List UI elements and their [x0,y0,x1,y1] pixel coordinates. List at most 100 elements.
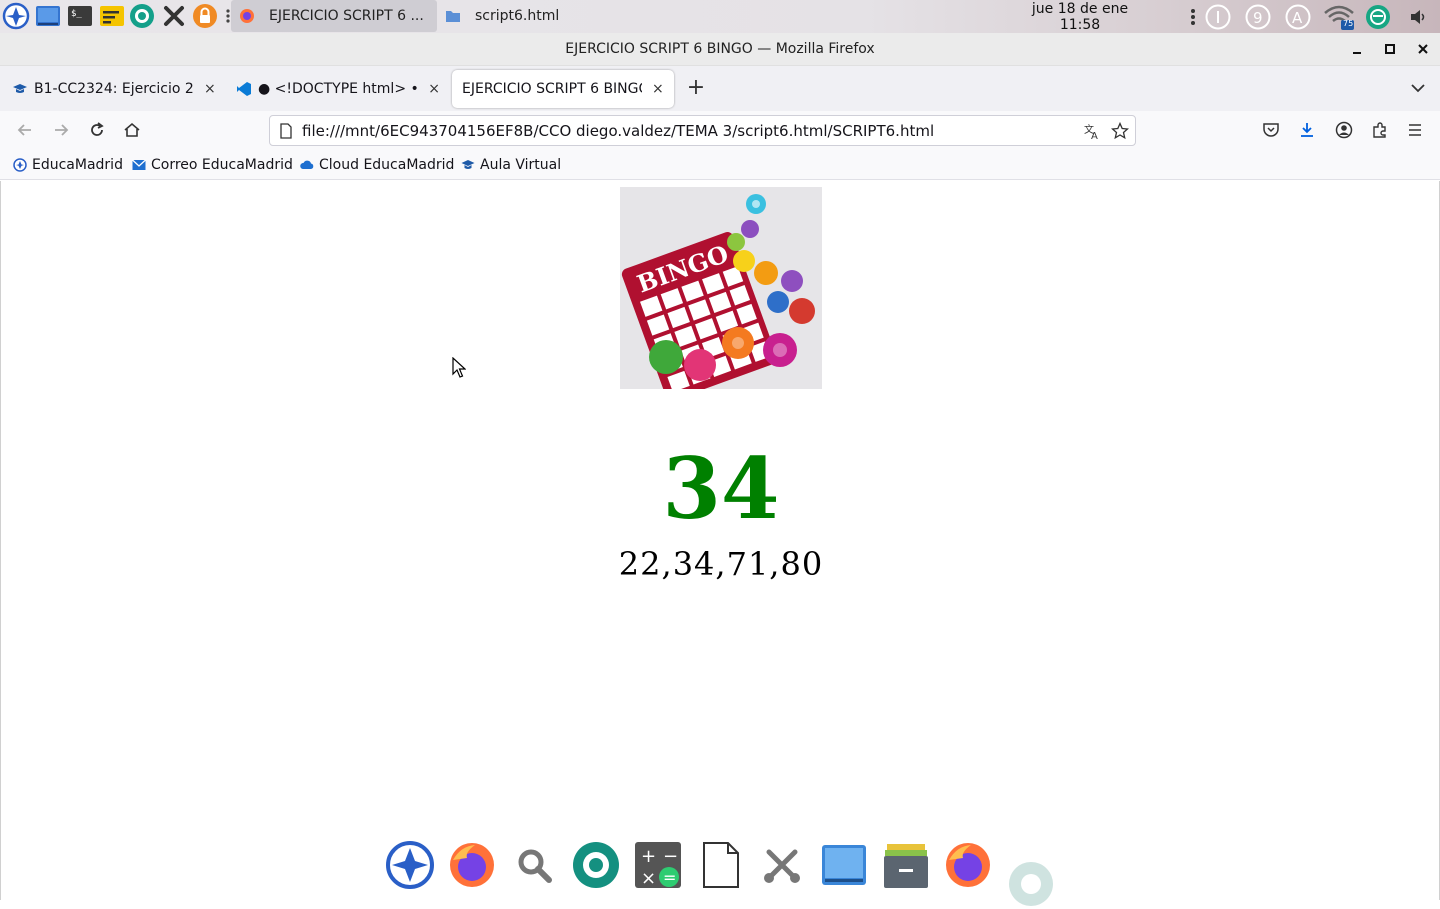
tab-label: ● <!DOCTYPE html> • scr [258,81,419,97]
tab-label: EJERCICIO SCRIPT 6 BINGO [462,81,642,97]
app-menu-icon[interactable] [2,2,30,30]
show-desktop-icon[interactable] [34,2,62,30]
bookmark-cloud[interactable]: Cloud EducaMadrid [300,156,454,174]
svg-text:×: × [641,868,656,889]
taskbar-item-label: script6.html [475,8,560,24]
tab-label: B1-CC2324: Ejercicio 2.5. [34,81,194,97]
bookmark-correo[interactable]: Correo EducaMadrid [132,156,293,174]
downloads-button[interactable] [1297,120,1317,140]
clock[interactable]: jue 18 de ene 11:58 [1020,1,1140,33]
tab-strip: B1-CC2324: Ejercicio 2.5. × ● <!DOCTYPE … [0,66,1440,111]
update-tray-icon[interactable] [1365,4,1391,30]
account-icon [1335,121,1353,139]
star-icon[interactable] [1111,121,1129,140]
dock-firefox[interactable] [447,840,497,890]
nine-tray-icon[interactable]: 9 [1245,4,1271,30]
bookmark-label: Cloud EducaMadrid [319,157,455,173]
forward-button[interactable] [51,120,71,140]
taskbar-item-editor[interactable]: script6.html [437,0,587,32]
minimize-button[interactable] [1349,41,1365,57]
dock-firefox-2[interactable] [943,840,993,890]
bookmark-label: Correo EducaMadrid [151,157,293,173]
arrow-right-icon [55,124,69,136]
url-text[interactable]: file:///mnt/6EC943704156EF8B/CCO diego.v… [302,122,934,140]
hamburger-icon [1409,124,1421,136]
window-title: EJERCICIO SCRIPT 6 BINGO — Mozilla Firef… [565,41,875,57]
volume-icon[interactable] [1408,4,1428,30]
current-bingo-number: 34 [662,439,780,538]
svg-text:9: 9 [1253,9,1263,27]
url-bar[interactable]: file:///mnt/6EC943704156EF8B/CCO diego.v… [269,115,1136,146]
dock-text-editor[interactable] [695,840,745,890]
educamadrid-icon [13,158,27,172]
tab-educamadrid[interactable]: B1-CC2324: Ejercicio 2.5. × [2,70,226,108]
reload-button[interactable] [87,120,107,140]
panel-menu-icon[interactable] [1190,8,1196,30]
firefox-icon [450,843,494,887]
minimize-icon [1353,52,1361,54]
extensions-button[interactable] [1370,120,1390,140]
tab-close-button[interactable]: × [652,81,664,97]
svg-text:A: A [1091,131,1098,140]
launcher-icon [386,841,434,889]
back-button[interactable] [15,120,35,140]
wifi-icon[interactable]: 75 [1323,4,1355,30]
account-button[interactable] [1334,120,1354,140]
list-all-tabs-button[interactable] [1408,78,1428,98]
x-app-icon[interactable] [160,2,188,30]
dock-faded-item[interactable] [1006,859,1056,909]
cloud-icon [300,160,314,169]
calculator-icon: + −× = [635,842,681,889]
svg-text:−: − [663,846,678,867]
arrow-left-icon [17,124,31,136]
maximize-button[interactable] [1382,41,1398,57]
svg-text:A: A [1292,9,1303,27]
page-icon [280,122,292,139]
download-icon [1301,123,1313,137]
dock-calculator[interactable]: + − × = [633,840,683,890]
mouse-cursor-icon [452,357,466,378]
chevron-down-icon [1411,84,1425,93]
wifi-badge: 75 [1343,19,1354,28]
bookmark-label: Aula Virtual [480,157,562,173]
vscode-icon [237,82,251,96]
navigation-toolbar: file:///mnt/6EC943704156EF8B/CCO diego.v… [0,111,1440,150]
home-button[interactable] [122,120,142,140]
window-titlebar[interactable]: EJERCICIO SCRIPT 6 BINGO — Mozilla Firef… [0,33,1440,66]
archive-icon [884,844,928,888]
dock-screenshot[interactable] [757,840,807,890]
dock-launcher[interactable] [385,840,435,890]
notes-icon[interactable] [98,2,126,30]
dock-archive[interactable] [881,840,931,890]
lock-icon[interactable] [191,2,219,30]
tab-vscode[interactable]: ● <!DOCTYPE html> • scr × [226,70,450,108]
svg-text:$_: $_ [71,9,82,19]
dock-search[interactable] [509,840,559,890]
tab-close-button[interactable]: × [204,81,216,97]
bingo-image: BINGO [620,187,822,389]
dock-display[interactable] [819,840,869,890]
dock-camera[interactable] [571,840,621,890]
pocket-button[interactable] [1261,120,1281,140]
clock-time: 11:58 [1059,17,1101,33]
terminal-icon[interactable]: $_ [66,2,94,30]
camera-app-icon[interactable] [128,2,156,30]
bookmark-educamadrid[interactable]: EducaMadrid [13,156,123,174]
graduation-cap-icon [461,160,475,169]
info-tray-icon[interactable] [1205,4,1231,30]
bookmark-aula-virtual[interactable]: Aula Virtual [461,156,561,174]
app-menu-button[interactable] [1405,120,1425,140]
clock-date: jue 18 de ene [1031,1,1129,17]
keyboard-layout-icon[interactable]: A [1285,4,1311,30]
tab-close-button[interactable]: × [428,81,440,97]
camera-app-icon [573,842,619,888]
svg-text:+: + [641,846,656,867]
tab-bingo[interactable]: EJERCICIO SCRIPT 6 BINGO × [452,70,674,108]
taskbar-item-firefox[interactable]: EJERCICIO SCRIPT 6 ... [231,0,437,32]
translate-icon[interactable]: 文A [1083,122,1101,140]
window-close-button[interactable] [1415,41,1431,57]
bookmark-label: EducaMadrid [32,157,123,173]
new-tab-button[interactable]: + [684,76,708,100]
search-icon [518,849,552,883]
firefox-icon [240,9,254,23]
